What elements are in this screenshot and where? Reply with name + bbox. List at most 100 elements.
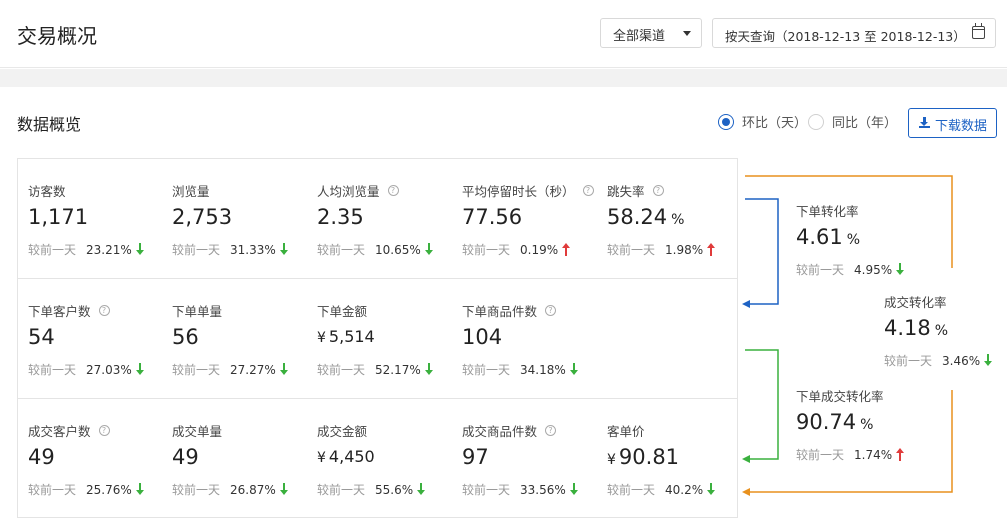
compare-percent: 27.27%	[230, 362, 276, 377]
metric-label-text: 平均停留时长（秒）	[462, 183, 575, 199]
radio-checked-icon	[718, 113, 734, 130]
download-button[interactable]: 下载数据	[908, 108, 997, 138]
metric-value-text: 2.35	[317, 205, 364, 229]
metric-label: 成交单量	[172, 422, 312, 439]
arrow-up-icon	[895, 448, 905, 461]
help-icon[interactable]: ?	[98, 304, 110, 316]
metric-label-text: 下单单量	[172, 303, 223, 319]
arrow-down-icon	[279, 483, 289, 496]
compare-row: 较前一天 23.21%	[28, 241, 168, 258]
arrow-down-icon	[135, 483, 145, 496]
radio-chain-compare[interactable]: 环比（天）	[718, 112, 807, 131]
compare-label: 较前一天	[28, 483, 77, 497]
metric-value: ¥4,450	[317, 447, 457, 471]
metric-card: 下单客户数? 54 较前一天 27.03%	[28, 302, 168, 378]
metric-label: 成交金额	[317, 422, 457, 439]
calendar-icon	[972, 23, 985, 39]
compare-row: 较前一天 1.74%	[796, 446, 936, 463]
arrow-down-icon	[895, 263, 905, 276]
metric-label: 跳失率?	[607, 182, 747, 199]
compare-percent: 4.95%	[854, 262, 893, 277]
compare-label: 较前一天	[172, 363, 221, 377]
metric-card: 成交单量 49 较前一天 26.87%	[172, 422, 312, 498]
row-divider	[18, 398, 737, 399]
metric-label: 人均浏览量?	[317, 182, 457, 199]
metric-card: 平均停留时长（秒）? 77.56 较前一天 0.19%	[462, 182, 602, 258]
compare-label: 较前一天	[28, 363, 77, 377]
arrow-down-icon	[279, 363, 289, 376]
compare-percent: 55.6%	[375, 482, 414, 497]
arrow-up-icon	[561, 243, 571, 256]
compare-percent: 23.21%	[86, 242, 132, 257]
date-range-picker[interactable]: 按天查询（2018-12-13 至 2018-12-13）	[712, 18, 996, 48]
compare-row: 较前一天 55.6%	[317, 481, 457, 498]
metric-label: 成交转化率	[884, 293, 1007, 310]
compare-label: 较前一天	[462, 483, 511, 497]
compare-percent: 52.17%	[375, 362, 421, 377]
date-range-value: 按天查询（2018-12-13 至 2018-12-13）	[725, 29, 966, 44]
metric-card: 成交转化率 4.18% 较前一天 3.46%	[884, 293, 1007, 369]
compare-row: 较前一天 27.27%	[172, 361, 312, 378]
help-icon[interactable]: ?	[582, 184, 594, 196]
radio-chain-label: 环比（天）	[742, 116, 808, 131]
radio-yoy-compare[interactable]: 同比（年）	[808, 112, 897, 131]
compare-row: 较前一天 31.33%	[172, 241, 312, 258]
compare-label: 较前一天	[462, 363, 511, 377]
help-icon[interactable]: ?	[545, 424, 557, 436]
metric-label-text: 下单客户数	[28, 303, 91, 319]
metric-card: 人均浏览量? 2.35 较前一天 10.65%	[317, 182, 457, 258]
metric-value-text: 1,171	[28, 205, 89, 229]
metric-value: ¥5,514	[317, 327, 457, 351]
compare-row: 较前一天 4.95%	[796, 261, 936, 278]
compare-label: 较前一天	[28, 243, 77, 257]
metric-value: 1,171	[28, 205, 168, 231]
arrow-down-icon	[279, 243, 289, 256]
metric-value-text: 49	[28, 445, 55, 469]
metric-value: 58.24%	[607, 205, 747, 231]
metric-value: 56	[172, 325, 312, 351]
compare-label: 较前一天	[172, 483, 221, 497]
metric-label-text: 下单成交转化率	[796, 388, 884, 404]
metric-value: 2,753	[172, 205, 312, 231]
compare-label: 较前一天	[462, 243, 511, 257]
radio-yoy-label: 同比（年）	[832, 116, 898, 131]
metric-value: 77.56	[462, 205, 602, 231]
metric-value: ¥90.81	[607, 445, 747, 471]
metric-label-text: 人均浏览量	[317, 183, 380, 199]
metric-label: 平均停留时长（秒）?	[462, 182, 602, 199]
channel-select[interactable]: 全部渠道	[600, 18, 702, 48]
compare-percent: 0.19%	[520, 242, 559, 257]
compare-label: 较前一天	[317, 363, 366, 377]
currency-symbol: ¥	[317, 330, 326, 346]
section-title: 数据概览	[17, 115, 82, 134]
arrow-down-icon	[424, 243, 434, 256]
section-divider	[0, 69, 1007, 87]
help-icon[interactable]: ?	[387, 184, 399, 196]
metric-card: 下单金额 ¥5,514 较前一天 52.17%	[317, 302, 457, 378]
metric-label: 下单客户数?	[28, 302, 168, 319]
compare-label: 较前一天	[172, 243, 221, 257]
help-icon[interactable]: ?	[545, 304, 557, 316]
compare-row: 较前一天 33.56%	[462, 481, 602, 498]
caret-down-icon	[683, 31, 691, 36]
metric-label-text: 成交商品件数	[462, 423, 538, 439]
metric-label: 下单成交转化率	[796, 387, 936, 404]
currency-symbol: ¥	[317, 450, 326, 466]
metric-label: 访客数	[28, 182, 168, 199]
row-divider	[18, 278, 737, 279]
arrow-up-icon	[706, 243, 716, 256]
metric-label-text: 访客数	[28, 183, 66, 199]
compare-percent: 3.46%	[942, 353, 981, 368]
help-icon[interactable]: ?	[652, 184, 664, 196]
compare-percent: 27.03%	[86, 362, 132, 377]
compare-label: 较前一天	[884, 354, 933, 368]
compare-percent: 1.74%	[854, 447, 893, 462]
metric-label-text: 成交金额	[317, 423, 368, 439]
arrow-down-icon	[424, 363, 434, 376]
metric-value: 4.18%	[884, 316, 1007, 342]
metric-unit: %	[934, 323, 949, 339]
download-label: 下载数据	[935, 119, 988, 134]
metric-card: 下单转化率 4.61% 较前一天 4.95%	[796, 202, 936, 278]
metric-value-text: 54	[28, 325, 55, 349]
help-icon[interactable]: ?	[98, 424, 110, 436]
